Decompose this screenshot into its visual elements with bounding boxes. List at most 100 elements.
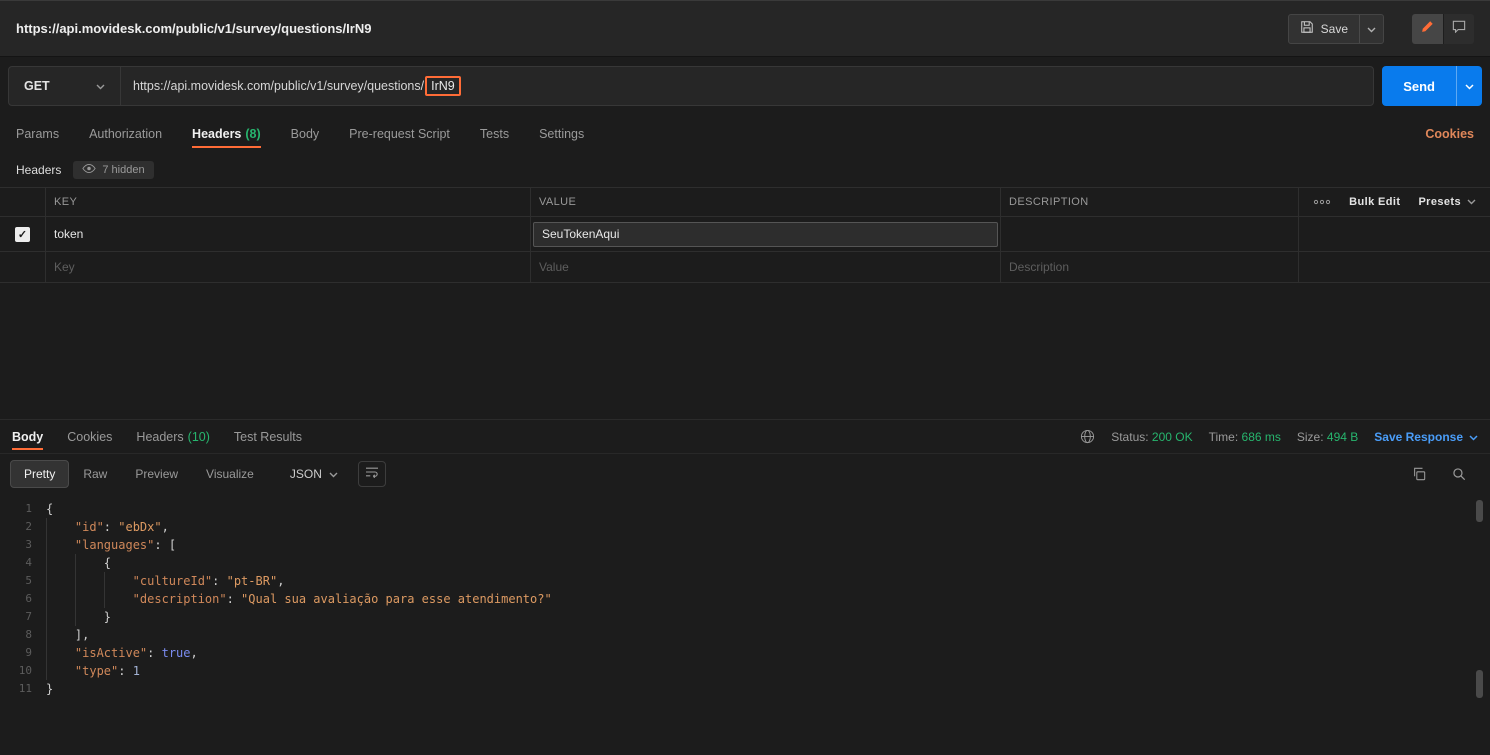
tab-settings[interactable]: Settings (539, 115, 584, 153)
save-button[interactable]: Save (1289, 15, 1359, 43)
view-tab-pretty[interactable]: Pretty (10, 460, 70, 488)
more-options-icon (1313, 196, 1331, 208)
response-headers-count-badge: (10) (187, 429, 210, 444)
line-number: 4 (25, 556, 32, 569)
status-indicator: Status: 200 OK (1111, 429, 1193, 444)
line-number: 1 (25, 502, 32, 515)
tab-body[interactable]: Body (291, 115, 320, 153)
view-tab-raw[interactable]: Raw (69, 460, 121, 488)
postman-window: https://api.movidesk.com/public/v1/surve… (0, 0, 1490, 755)
response-tools (1412, 467, 1480, 481)
wrap-text-button[interactable] (357, 461, 386, 487)
line-number: 11 (18, 682, 32, 695)
request-actions-group (1412, 13, 1474, 44)
send-options-caret[interactable] (1456, 66, 1482, 106)
scrollbar-thumb[interactable] (1476, 500, 1483, 522)
copy-icon[interactable] (1412, 467, 1426, 481)
presets-dropdown[interactable]: Presets (1418, 196, 1476, 208)
code-text: ], (46, 626, 89, 644)
tab-params[interactable]: Params (16, 115, 59, 153)
placeholder-description-cell[interactable]: Description (1000, 252, 1298, 282)
view-tab-preview[interactable]: Preview (121, 460, 192, 488)
response-tab-cookies[interactable]: Cookies (67, 420, 112, 453)
code-line: 8], (0, 626, 1490, 644)
request-tabs: Params Authorization Headers (8) Body Pre… (0, 115, 1490, 153)
response-view-toolbar: Pretty Raw Preview Visualize JSON (0, 454, 1490, 494)
placeholder-key-cell[interactable]: Key (45, 252, 530, 282)
code-text: "languages": [ (46, 536, 176, 554)
headers-table-header-row: KEY VALUE DESCRIPTION Bulk Edit Presets (0, 188, 1490, 217)
save-icon (1300, 20, 1314, 37)
response-tab-headers[interactable]: Headers (10) (136, 420, 209, 453)
more-options-button[interactable] (1313, 196, 1331, 208)
line-number: 8 (25, 628, 32, 641)
code-line: 3 "languages": [ (0, 536, 1490, 554)
code-text: "id": "ebDx", (46, 518, 169, 536)
headers-count-badge: (8) (245, 127, 261, 141)
response-meta: Status: 200 OK Time: 686 ms Size: 494 B … (1080, 429, 1478, 444)
method-label: GET (24, 79, 50, 93)
edit-request-button[interactable] (1412, 13, 1443, 44)
response-pane: Body Cookies Headers (10) Test Results St… (0, 419, 1490, 755)
placeholder-value-cell[interactable]: Value (530, 252, 1000, 282)
pencil-icon (1421, 20, 1434, 38)
response-tab-body[interactable]: Body (12, 420, 44, 453)
time-value: 686 ms (1241, 429, 1281, 444)
comment-icon (1452, 20, 1466, 38)
view-tab-visualize[interactable]: Visualize (192, 460, 268, 488)
code-line: 9 "isActive": true, (0, 644, 1490, 662)
header-key-cell[interactable]: token (45, 217, 530, 251)
tab-tests[interactable]: Tests (480, 115, 509, 153)
hidden-headers-toggle[interactable]: 7 hidden (73, 161, 154, 179)
chevron-down-icon (329, 467, 338, 481)
row-controls-cell (1298, 217, 1490, 251)
code-text: "cultureId": "pt-BR", (46, 572, 284, 590)
url-input[interactable]: https://api.movidesk.com/public/v1/surve… (121, 67, 1373, 105)
tab-authorization[interactable]: Authorization (89, 115, 162, 153)
code-line: 5 "cultureId": "pt-BR", (0, 572, 1490, 590)
header-description-cell[interactable] (1000, 217, 1298, 251)
line-number: 9 (25, 646, 32, 659)
wrap-text-icon (365, 465, 379, 483)
header-row-token: ✓ token (0, 217, 1490, 252)
request-title: https://api.movidesk.com/public/v1/surve… (16, 21, 372, 36)
format-dropdown[interactable]: JSON (280, 462, 348, 486)
code-line: 1{ (0, 500, 1490, 518)
tab-headers[interactable]: Headers (8) (192, 115, 261, 153)
method-selector[interactable]: GET (9, 67, 121, 105)
tab-pre-request-script[interactable]: Pre-request Script (349, 115, 450, 153)
line-number: 7 (25, 610, 32, 623)
code-text: "isActive": true, (46, 644, 198, 662)
chevron-down-icon (1465, 77, 1474, 95)
search-icon[interactable] (1452, 467, 1466, 481)
code-line: 2 "id": "ebDx", (0, 518, 1490, 536)
code-line: 6 "description": "Qual sua avaliação para… (0, 590, 1490, 608)
header-value-input[interactable] (533, 221, 998, 247)
line-number: 5 (25, 574, 32, 587)
network-icon[interactable] (1080, 429, 1095, 444)
column-header-description: DESCRIPTION (1000, 188, 1298, 216)
response-body-viewer: 1{2 "id": "ebDx", 3 "languages": [4{5 "cultu… (0, 494, 1490, 755)
code-line: 4{ (0, 554, 1490, 572)
placeholder-checkbox-cell (0, 252, 45, 282)
row-checkbox-checked[interactable]: ✓ (15, 226, 30, 242)
request-header-bar: https://api.movidesk.com/public/v1/surve… (0, 1, 1490, 57)
code-text: { (46, 502, 54, 516)
headers-section-title: Headers (16, 163, 62, 177)
url-bar: GET https://api.movidesk.com/public/v1/s… (8, 66, 1375, 106)
comments-button[interactable] (1443, 13, 1474, 44)
bulk-edit-button[interactable]: Bulk Edit (1349, 196, 1400, 208)
cookies-link[interactable]: Cookies (1425, 127, 1474, 141)
save-response-dropdown[interactable]: Save Response (1374, 430, 1478, 444)
response-code: 1{2 "id": "ebDx", 3 "languages": [4{5 "cultu… (0, 500, 1490, 698)
column-header-value: VALUE (530, 188, 1000, 216)
save-options-caret[interactable] (1359, 14, 1383, 43)
size-value: 494 B (1326, 429, 1359, 444)
scrollbar-thumb[interactable] (1476, 670, 1483, 698)
code-text: { (46, 554, 111, 572)
response-tab-test-results[interactable]: Test Results (234, 420, 302, 453)
code-text: "type": 1 (46, 662, 140, 680)
send-button[interactable]: Send (1382, 66, 1456, 106)
save-label: Save (1320, 21, 1348, 36)
hidden-headers-label: 7 hidden (102, 164, 145, 176)
